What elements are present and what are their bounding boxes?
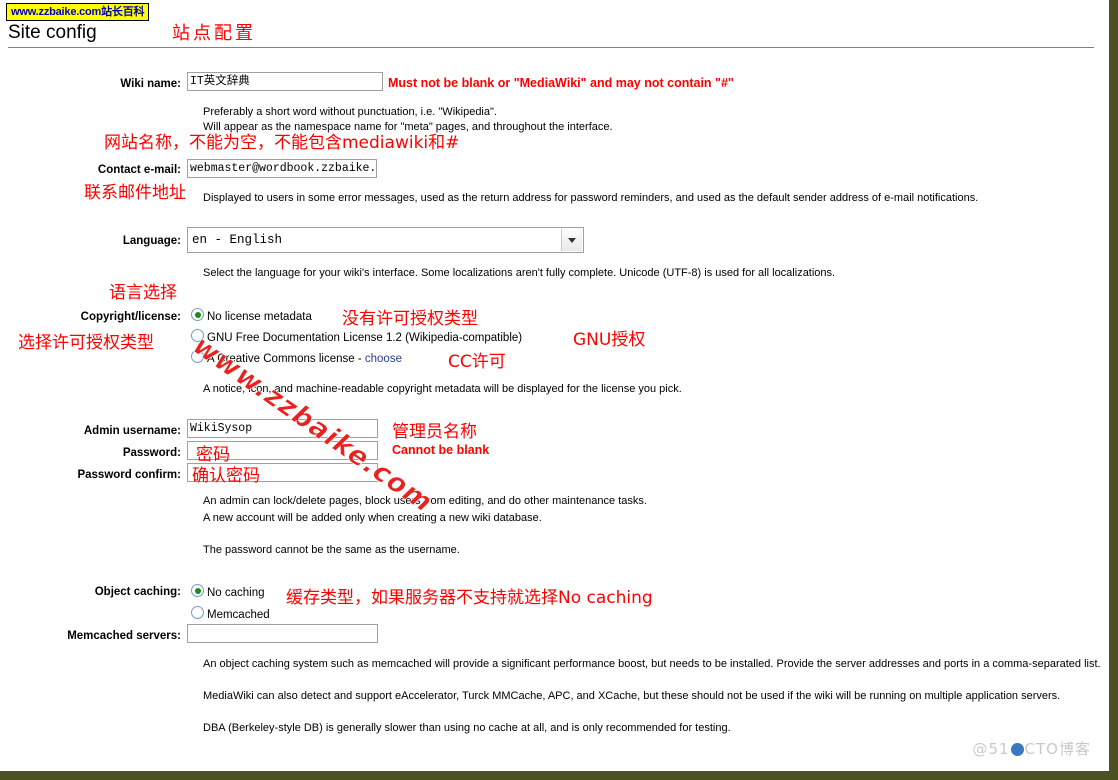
language-select[interactable]: en - English (187, 227, 584, 253)
copyright-option-0[interactable]: No license metadata (191, 308, 312, 325)
admin-help-2: A new account will be added only when cr… (203, 512, 542, 524)
caching-help-1: An object caching system such as memcach… (203, 658, 1101, 670)
corner-watermark-suffix: CTO博客 (1024, 740, 1091, 758)
memcached-servers-label: Memcached servers: (67, 630, 181, 642)
page-title-annotation: 站点配置 (172, 23, 256, 44)
radio-icon-cc[interactable] (191, 350, 204, 363)
radio-icon-no-caching[interactable] (191, 584, 204, 597)
cc-choose-separator: - (354, 353, 365, 365)
language-help: Select the language for your wiki's inte… (203, 267, 836, 279)
object-caching-option-1-label: Memcached (207, 609, 270, 621)
copyright-option-2-annotation: CC许可 (448, 352, 506, 372)
password-confirm-annotation: 确认密码 (192, 466, 260, 486)
memcached-servers-input[interactable] (187, 624, 378, 643)
contact-email-input[interactable]: webmaster@wordbook.zzbaike. (187, 159, 377, 178)
copyright-option-2[interactable]: A Creative Commons license - choose (191, 350, 402, 367)
wiki-name-error: Must not be blank or "MediaWiki" and may… (388, 76, 734, 90)
wiki-name-input[interactable]: IT英文辞典 (187, 72, 383, 91)
wiki-name-label: Wiki name: (120, 78, 181, 90)
corner-watermark-prefix: @51 (972, 740, 1010, 758)
copyright-option-1-annotation: GNU授权 (573, 330, 646, 350)
contact-email-label: Contact e-mail: (97, 164, 181, 176)
radio-icon-memcached[interactable] (191, 606, 204, 619)
copyright-annotation: 选择许可授权类型 (18, 333, 154, 353)
copyright-option-1-label: GNU Free Documentation License 1.2 (Wiki… (207, 332, 523, 344)
wiki-name-help-1: Preferably a short word without punctuat… (203, 106, 497, 118)
corner-watermark: @51 CTO博客 (972, 738, 1091, 759)
object-caching-option-0-label: No caching (207, 587, 265, 599)
password-label: Password: (122, 447, 181, 459)
object-caching-option-1[interactable]: Memcached (191, 606, 270, 623)
password-error: Cannot be blank (392, 443, 490, 457)
globe-icon (1010, 743, 1024, 756)
copyright-help: A notice, icon, and machine-readable cop… (203, 383, 682, 395)
copyright-option-2-label: A Creative Commons license (207, 353, 355, 365)
password-confirm-label: Password confirm: (77, 469, 181, 481)
cc-choose-link[interactable]: choose (365, 353, 402, 365)
page-title: Site config (8, 22, 97, 43)
language-select-value: en - English (192, 233, 283, 247)
caching-help-3: DBA (Berkeley-style DB) is generally slo… (203, 722, 731, 734)
copyright-option-1[interactable]: GNU Free Documentation License 1.2 (Wiki… (191, 329, 522, 346)
language-annotation: 语言选择 (109, 283, 177, 303)
copyright-option-0-annotation: 没有许可授权类型 (342, 309, 478, 329)
wiki-name-annotation: 网站名称，不能为空，不能包含mediawiki和# (104, 133, 460, 153)
caching-help-2: MediaWiki can also detect and support eA… (203, 690, 1061, 702)
admin-username-annotation: 管理员名称 (392, 422, 477, 442)
admin-help-1: An admin can lock/delete pages, block us… (203, 495, 647, 507)
copyright-label: Copyright/license: (80, 311, 181, 323)
radio-icon-gfdl[interactable] (191, 329, 204, 342)
contact-email-annotation: 联系邮件地址 (84, 183, 186, 203)
admin-username-label: Admin username: (83, 425, 181, 437)
page-root: www.zzbaike.com站长百科 Site config 站点配置 Wik… (0, 0, 1118, 780)
chevron-down-icon[interactable] (561, 229, 582, 251)
language-label: Language: (122, 235, 181, 247)
admin-help-3: The password cannot be the same as the u… (203, 544, 460, 556)
radio-icon-no-license[interactable] (191, 308, 204, 321)
page-header: Site config (8, 21, 1094, 48)
copyright-option-0-label: No license metadata (207, 311, 312, 323)
object-caching-annotation: 缓存类型，如果服务器不支持就选择No caching (286, 588, 653, 608)
site-watermark-banner: www.zzbaike.com站长百科 (6, 3, 150, 21)
object-caching-option-0[interactable]: No caching (191, 584, 265, 601)
object-caching-label: Object caching: (94, 586, 181, 598)
admin-username-input[interactable]: WikiSysop (187, 419, 378, 438)
contact-email-help: Displayed to users in some error message… (203, 192, 979, 204)
